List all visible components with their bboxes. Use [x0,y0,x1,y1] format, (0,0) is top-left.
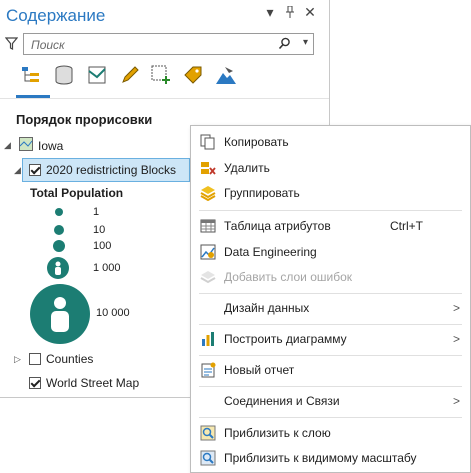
layer-name: World Street Map [46,376,140,390]
menu-label: Приблизить к видимому масштабу [224,451,417,465]
pane-options-icon[interactable]: ▾ [262,4,278,21]
legend-label-1: 1 [93,206,100,218]
menu-label: Соединения и Связи [224,394,340,408]
copy-icon [199,133,217,151]
legend-label-10000: 10 000 [96,307,130,319]
list-by-source-icon[interactable] [51,62,77,88]
legend-field-title: Total Population [30,186,124,200]
menu-label: Data Engineering [224,245,317,259]
submenu-chevron-icon: > [452,301,460,315]
data-engineering-icon [199,243,217,261]
menu-label: Удалить [224,161,270,175]
layer-visibility-checkbox[interactable] [29,353,41,365]
layer-name: 2020 redistricting Blocks [46,163,177,177]
menu-item-joins-relates[interactable]: Соединения и Связи > [191,389,470,413]
delete-icon [199,159,217,177]
submenu-chevron-icon: > [452,394,460,408]
symbol-class-1000 [47,257,69,279]
menu-item-zoom-to-layer[interactable]: Приблизить к слою [191,421,470,445]
menu-label: Построить диаграмму [224,332,347,346]
submenu-chevron-icon: > [452,332,460,346]
close-icon[interactable]: ✕ [302,4,318,21]
collapse-caret-icon[interactable]: ◢ [4,140,14,151]
legend-label-10: 10 [93,224,106,236]
menu-item-copy[interactable]: Копировать [191,130,470,154]
menu-item-group[interactable]: Группировать [191,181,470,205]
map-item-iowa[interactable]: ◢ Iowa [4,137,63,154]
drawing-order-heading: Порядок прорисовки [16,112,153,127]
layer-context-menu: Копировать Удалить Группировать Таблица … [190,125,471,473]
search-options-chevron-icon[interactable]: ▾ [303,37,308,48]
map-icon [19,137,33,154]
menu-label: Добавить слои ошибок [224,270,353,284]
zoom-to-visible-scale-icon [199,449,217,467]
toolbar-divider [0,98,329,99]
expand-caret-icon[interactable]: ▷ [14,354,24,365]
list-by-drawing-order-icon[interactable] [18,62,44,88]
menu-item-data-design[interactable]: Дизайн данных > [191,296,470,320]
list-by-labeling-icon[interactable] [180,62,206,88]
symbol-class-1 [55,208,63,216]
error-layers-icon [199,268,217,286]
menu-separator [199,417,462,418]
menu-separator [199,324,462,325]
menu-label: Новый отчет [224,363,295,377]
menu-item-zoom-to-visible-scale[interactable]: Приблизить к видимому масштабу [191,446,470,470]
menu-item-new-report[interactable]: Новый отчет [191,358,470,382]
zoom-to-layer-icon [199,424,217,442]
menu-label: Приблизить к слою [224,426,331,440]
table-icon [199,217,217,235]
map-name: Iowa [38,138,64,153]
chart-icon [199,330,217,348]
layer-visibility-checkbox[interactable] [29,377,41,389]
search-placeholder: Поиск [31,38,65,52]
menu-separator [199,355,462,356]
list-by-snapping-icon[interactable] [149,62,175,88]
menu-label: Дизайн данных [224,301,310,315]
symbol-class-10000 [30,284,90,344]
list-by-perspective-imagery-icon[interactable] [213,62,239,88]
menu-item-add-error-layers: Добавить слои ошибок [191,265,470,289]
new-report-icon [199,361,217,379]
search-icon[interactable] [278,37,291,53]
menu-label: Копировать [224,135,289,149]
pin-icon[interactable] [282,5,298,21]
menu-item-attribute-table[interactable]: Таблица атрибутов Ctrl+T [191,214,470,238]
layer-item-counties[interactable]: ▷ Counties [14,352,93,366]
menu-label: Таблица атрибутов [224,219,331,233]
menu-label: Группировать [224,186,300,200]
list-by-editing-icon[interactable] [117,62,143,88]
group-layers-icon [199,184,217,202]
symbol-class-100 [53,240,65,252]
layer-name: Counties [46,352,94,366]
filter-icon[interactable] [4,37,19,53]
symbol-class-10 [54,225,64,235]
shortcut-label: Ctrl+T [390,219,423,233]
legend-label-1000: 1 000 [93,262,121,274]
pane-title: Содержание [6,6,106,25]
layer-item-blocks[interactable]: ◢ 2020 redistricting Blocks [14,163,176,177]
menu-item-data-engineering[interactable]: Data Engineering [191,240,470,264]
menu-separator [199,386,462,387]
layer-item-world-street-map[interactable]: World Street Map [14,376,139,390]
menu-item-delete[interactable]: Удалить [191,156,470,180]
menu-separator [199,293,462,294]
menu-item-create-chart[interactable]: Построить диаграмму > [191,327,470,351]
menu-separator [199,210,462,211]
layer-visibility-checkbox[interactable] [29,164,41,176]
legend-label-100: 100 [93,240,112,252]
search-input[interactable]: Поиск ▾ [23,33,314,55]
collapse-caret-icon[interactable]: ◢ [14,165,24,176]
list-by-selection-icon[interactable] [84,62,110,88]
